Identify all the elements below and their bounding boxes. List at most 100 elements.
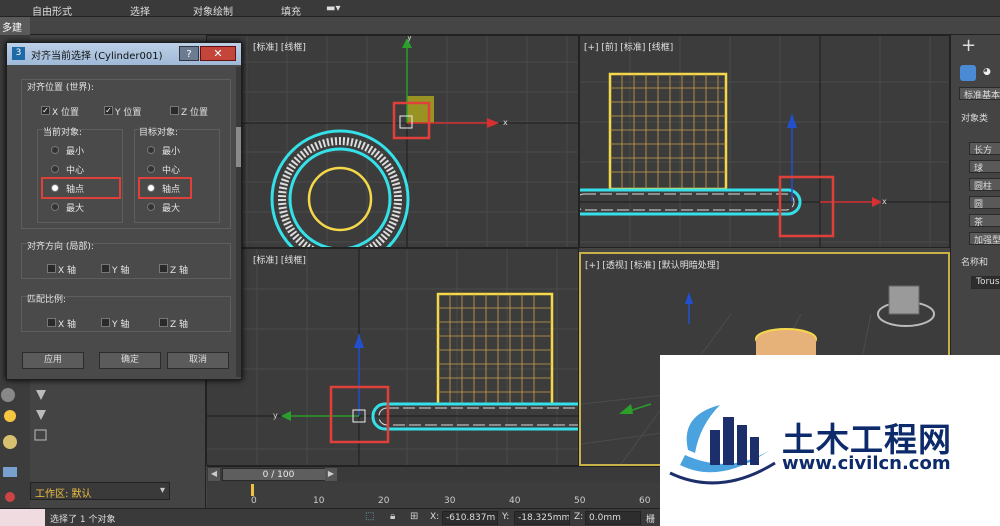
viewport-top-label[interactable]: [标准] [线框] (253, 40, 306, 53)
transform-mode-icon[interactable]: ⊞ (410, 511, 418, 522)
viewport-top[interactable]: x y [标准] [线框] (206, 35, 579, 248)
status-bar: 选择了 1 个对象 ⬚ 🔒︎ ⊞ X: -610.837m Y: -18.325… (0, 508, 660, 526)
viewport-left[interactable]: y [标准] [线框] (206, 248, 579, 466)
target-min-label: 最小 (162, 147, 181, 157)
apply-button[interactable]: 应用 (22, 352, 84, 369)
align-position-label: 对齐位置 (世界): (27, 83, 94, 93)
light-icon (4, 410, 16, 422)
dialog-scrollbar[interactable] (236, 67, 241, 377)
current-center-radio[interactable] (51, 165, 59, 173)
viewport-perspective-label[interactable]: [+] [透视] [标准] [默认明暗处理] (585, 258, 719, 271)
time-slider[interactable]: ◀ 0 / 100 ▶ (207, 466, 660, 482)
app-icon: 3 (12, 47, 25, 60)
viewport-front-label[interactable]: [+] [前] [标准] [线框] (584, 40, 673, 53)
name-field[interactable]: TorusC (971, 276, 1000, 289)
tick-30: 30 (444, 496, 456, 506)
name-color-section[interactable]: 名称和 (961, 255, 988, 268)
svg-text:x: x (503, 118, 508, 127)
close-button[interactable]: ✕ (200, 46, 236, 61)
chevron-down-icon: ▾ (159, 485, 165, 496)
geometry-icon[interactable] (960, 65, 976, 81)
svg-text:y: y (273, 411, 278, 420)
sphere-button[interactable]: 球 (969, 160, 1000, 173)
x-coord-label: X: (430, 512, 440, 522)
prev-frame-icon[interactable]: ◀ (208, 468, 220, 481)
teapot-button[interactable]: 茶 (969, 214, 1000, 227)
align-orientation-label: 对齐方向 (局部): (27, 242, 94, 252)
filter-icon (36, 410, 46, 420)
workspace-selector[interactable]: 工作区: 默认 ▾ (30, 482, 170, 500)
menu-dropdown-icon[interactable]: ▬▾ (326, 1, 340, 16)
z-coord-field[interactable]: 0.0mm (585, 511, 641, 525)
tick-40: 40 (509, 496, 521, 506)
orient-y-label: Y 轴 (112, 266, 130, 276)
target-center-radio[interactable] (147, 165, 155, 173)
tick-20: 20 (378, 496, 390, 506)
isolate-icon[interactable]: ⬚ (365, 511, 374, 522)
scale-z-label: Z 轴 (170, 320, 189, 330)
next-frame-icon[interactable]: ▶ (325, 468, 337, 481)
target-min-radio[interactable] (147, 146, 155, 154)
y-coord-field[interactable]: -18.325mm (514, 511, 570, 525)
object-type-section[interactable]: 对象类 (961, 111, 988, 124)
scale-x-label: X 轴 (58, 320, 77, 330)
orient-y-checkbox[interactable] (101, 264, 110, 273)
target-pivot-highlight (138, 177, 192, 199)
scale-y-checkbox[interactable] (101, 318, 110, 327)
torus-button[interactable]: 圆 (969, 196, 1000, 209)
cancel-button[interactable]: 取消 (167, 352, 229, 369)
modifier-icons (34, 390, 47, 441)
z-position-label: Z 位置 (181, 108, 209, 118)
primitive-type-dropdown[interactable]: 标准基本 (959, 87, 1000, 100)
svg-text:y: y (407, 36, 412, 42)
tick-10: 10 (313, 496, 325, 506)
y-position-checkbox[interactable]: ✓ (104, 106, 113, 115)
cylinder-button[interactable]: 圆柱 (969, 178, 1000, 191)
current-max-radio[interactable] (51, 203, 59, 211)
current-max-label: 最大 (66, 204, 85, 214)
create-tab-icon[interactable]: + (961, 35, 976, 56)
menu-bar: 自由形式 选择 对象绘制 填充 ▬▾ (0, 0, 1000, 18)
scale-y-label: Y 轴 (112, 320, 130, 330)
extended-button[interactable]: 加强型 (969, 232, 1000, 245)
ok-button[interactable]: 确定 (99, 352, 161, 369)
target-center-label: 中心 (162, 166, 181, 176)
orient-x-checkbox[interactable] (47, 264, 56, 273)
current-object-label: 当前对象: (43, 128, 83, 138)
front-viewport-scene: x (580, 36, 949, 247)
scale-x-checkbox[interactable] (47, 318, 56, 327)
orient-z-checkbox[interactable] (159, 264, 168, 273)
help-button[interactable]: ? (179, 46, 199, 61)
orient-z-label: Z 轴 (170, 266, 189, 276)
current-min-radio[interactable] (51, 146, 59, 154)
z-position-checkbox[interactable] (170, 106, 179, 115)
timeline-ruler[interactable]: 0 10 20 30 40 50 60 (207, 482, 660, 508)
lock-icon[interactable]: 🔒︎ (390, 511, 395, 522)
x-position-checkbox[interactable]: ✓ (41, 106, 50, 115)
box-icon (34, 429, 47, 441)
target-object-label: 目标对象: (139, 128, 179, 138)
watermark: 土木工程网 www.civilcn.com (660, 355, 1000, 526)
current-center-label: 中心 (66, 166, 85, 176)
scrollbar-thumb[interactable] (236, 127, 241, 167)
time-slider-thumb[interactable]: 0 / 100 (222, 468, 335, 481)
orient-x-label: X 轴 (58, 266, 77, 276)
viewport-left-label[interactable]: [标准] [线框] (253, 253, 306, 266)
shapes-icon[interactable]: ◕ (983, 67, 991, 77)
x-coord-field[interactable]: -610.837m (442, 511, 498, 525)
maxscript-listener[interactable] (0, 509, 45, 526)
target-max-label: 最大 (162, 204, 181, 214)
current-min-label: 最小 (66, 147, 85, 157)
tab-modeling[interactable]: 多建模 (0, 17, 30, 49)
y-position-label: Y 位置 (115, 108, 142, 118)
workspace-label: 工作区: 默认 (35, 489, 92, 500)
sphere-icon (3, 435, 17, 449)
viewport-front[interactable]: x [+] [前] [标准] [线框] (579, 35, 950, 248)
top-viewport-scene: x y (207, 36, 578, 247)
tick-60: 60 (639, 496, 651, 506)
align-dialog: 对齐当前选择 (Cylinder001) 3 ? ✕ 对齐位置 (世界): ✓ … (6, 42, 242, 380)
box-button[interactable]: 长方 (969, 142, 1000, 155)
funnel-icon (36, 390, 46, 400)
scale-z-checkbox[interactable] (159, 318, 168, 327)
target-max-radio[interactable] (147, 203, 155, 211)
